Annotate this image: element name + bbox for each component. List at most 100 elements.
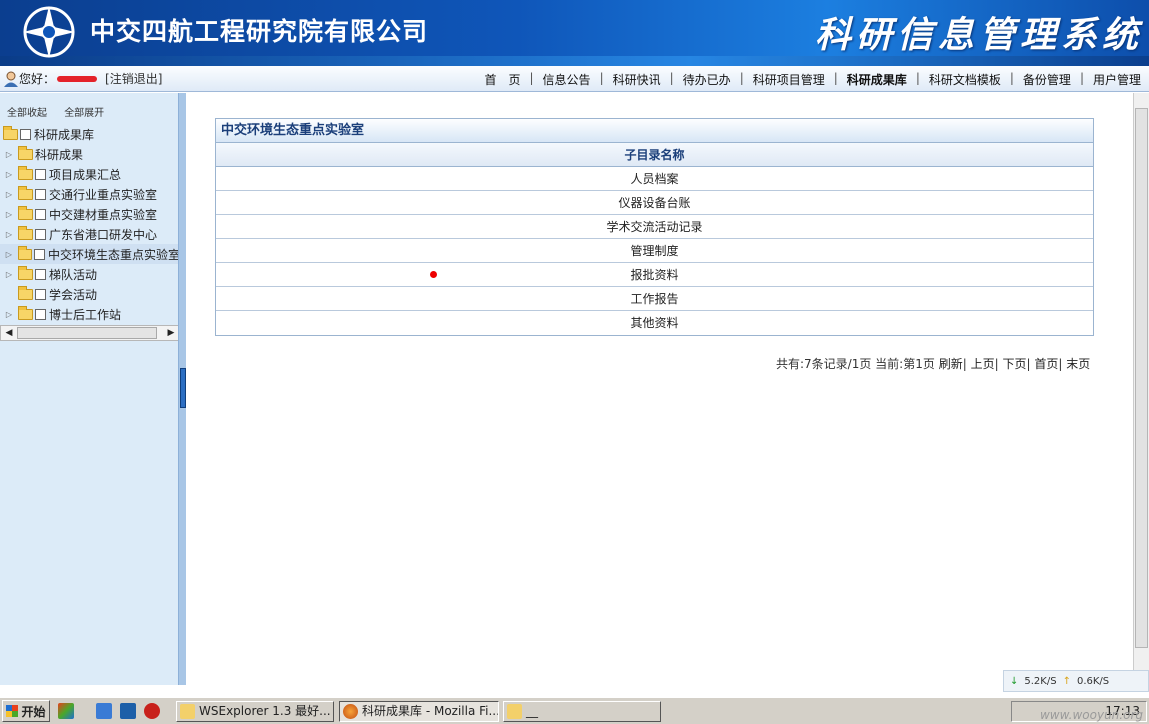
scroll-left-icon[interactable]: ◀ xyxy=(1,326,17,340)
folder-icon xyxy=(18,185,33,200)
table-row[interactable]: 仪器设备台账 xyxy=(216,191,1093,215)
table-row[interactable]: 学术交流活动记录 xyxy=(216,215,1093,239)
folder-icon xyxy=(18,145,33,160)
menu-item[interactable]: 用户管理 xyxy=(1093,71,1141,88)
expand-arrow-icon[interactable]: ▷ xyxy=(4,230,14,239)
table-row[interactable]: 其他资料 xyxy=(216,311,1093,335)
tree-node[interactable]: ▷ 博士后工作站 xyxy=(0,304,180,324)
taskbar-button-label: WSExplorer 1.3 最好... xyxy=(199,704,331,718)
next-page-link[interactable]: 下页 xyxy=(1002,357,1026,371)
folder-icon xyxy=(180,704,195,719)
expand-all-link[interactable]: 全部展开 xyxy=(64,108,104,119)
expand-arrow-icon[interactable]: ▷ xyxy=(4,210,14,219)
menu-item[interactable]: 信息公告 xyxy=(543,71,591,88)
subdirectory-link[interactable]: 学术交流活动记录 xyxy=(606,220,702,234)
company-logo-icon xyxy=(23,6,75,58)
subdirectory-grid: 中交环境生态重点实验室 子目录名称 人员档案 仪器设备台账 学术交流活动记录 管理制度… xyxy=(215,118,1094,336)
system-name: 科研信息管理系统 xyxy=(814,14,1143,56)
table-row[interactable]: 工作报告 xyxy=(216,287,1093,311)
tree-node-label: 中交环境生态重点实验室 xyxy=(48,247,181,262)
tree-node[interactable]: ▷ 中交环境生态重点实验室 xyxy=(0,244,180,264)
menu-item[interactable]: 科研快讯 xyxy=(613,71,661,88)
tree-node[interactable]: ▷ 交通行业重点实验室 xyxy=(0,184,180,204)
red-dot-marker xyxy=(430,271,437,278)
tree-checkbox[interactable] xyxy=(35,228,46,240)
logout-link[interactable]: [注销退出] xyxy=(105,70,162,87)
taskbar-button[interactable]: 科研成果库 - Mozilla Fi... xyxy=(339,701,499,722)
table-row[interactable]: 管理制度 xyxy=(216,239,1093,263)
tree-checkbox[interactable] xyxy=(34,248,45,260)
scroll-right-icon[interactable]: ▶ xyxy=(163,326,179,340)
taskbar-button-label: 科研成果库 - Mozilla Fi... xyxy=(362,704,499,718)
folder-icon xyxy=(507,704,522,719)
subdirectory-link[interactable]: 人员档案 xyxy=(630,172,678,186)
tree-node-label: 梯队活动 xyxy=(49,267,98,282)
expand-arrow-icon[interactable]: ▷ xyxy=(4,250,14,259)
ie-icon[interactable] xyxy=(96,703,112,719)
windows-logo-icon xyxy=(6,705,19,717)
table-row[interactable]: 报批资料 xyxy=(216,263,1093,287)
refresh-link[interactable]: 刷新 xyxy=(939,357,963,371)
tree-checkbox[interactable] xyxy=(35,268,46,280)
pager-separator: | xyxy=(994,357,999,371)
tree-root[interactable]: 科研成果库 xyxy=(0,124,180,144)
tree-node[interactable]: 学会活动 xyxy=(0,284,180,304)
menu-item[interactable]: 备份管理 xyxy=(1023,71,1071,88)
subdirectory-link[interactable]: 工作报告 xyxy=(630,292,678,306)
subdirectory-link[interactable]: 管理制度 xyxy=(630,244,678,258)
expand-arrow-icon[interactable]: ▷ xyxy=(4,150,14,159)
column-header: 子目录名称 xyxy=(216,143,1093,167)
tree-node[interactable]: ▷ 梯队活动 xyxy=(0,264,180,284)
taskbar: 开始 WSExplorer 1.3 最好... 科研成果库 - Mozilla F… xyxy=(0,696,1149,724)
tree-checkbox[interactable] xyxy=(35,188,46,200)
nav-bar: 您好： [注销退出] 首 页 | 信息公告 | 科研快讯 | 待办已办 | 科研项目管理 | 科研成… xyxy=(0,66,1149,92)
menu-item[interactable]: 科研成果库 xyxy=(847,71,907,88)
main-vertical-scrollbar[interactable] xyxy=(1133,93,1149,685)
tree-checkbox[interactable] xyxy=(35,308,46,320)
menu-separator: | xyxy=(1079,71,1084,85)
tree-checkbox[interactable] xyxy=(35,208,46,220)
sidebar-horizontal-scrollbar[interactable]: ◀ ▶ xyxy=(0,325,180,341)
open-folder-icon xyxy=(3,125,18,140)
tree-node[interactable]: ▷ 中交建材重点实验室 xyxy=(0,204,180,224)
pager-separator: | xyxy=(1058,357,1063,371)
tree-node[interactable]: ▷ 项目成果汇总 xyxy=(0,164,180,184)
menu-item[interactable]: 科研项目管理 xyxy=(753,71,825,88)
scrollbar-thumb[interactable] xyxy=(17,327,157,339)
first-page-link[interactable]: 首页 xyxy=(1034,357,1058,371)
expand-arrow-icon[interactable]: ▷ xyxy=(4,270,14,279)
upload-arrow-icon: ↑ xyxy=(1062,675,1071,687)
panel-splitter[interactable] xyxy=(178,93,186,685)
expand-arrow-icon[interactable]: ▷ xyxy=(4,170,14,179)
download-arrow-icon: ↓ xyxy=(1010,675,1019,687)
user-icon xyxy=(4,71,18,87)
tree-checkbox[interactable] xyxy=(35,168,46,180)
tree-node-label: 博士后工作站 xyxy=(49,307,122,322)
subdirectory-link[interactable]: 其他资料 xyxy=(630,316,678,330)
tree-checkbox[interactable] xyxy=(35,288,46,300)
media-player-icon[interactable] xyxy=(144,703,160,719)
subdirectory-link[interactable]: 报批资料 xyxy=(630,268,678,282)
tree-node-label: 学会活动 xyxy=(49,287,98,302)
expand-arrow-icon[interactable]: ▷ xyxy=(4,190,14,199)
last-page-link[interactable]: 末页 xyxy=(1066,357,1090,371)
expand-arrow-icon[interactable]: ▷ xyxy=(4,310,14,319)
prev-page-link[interactable]: 上页 xyxy=(971,357,995,371)
menu-item[interactable]: 首 页 xyxy=(484,71,520,88)
subdirectory-link[interactable]: 仪器设备台账 xyxy=(618,196,690,210)
menu-separator: | xyxy=(915,71,920,85)
menu-item[interactable]: 待办已办 xyxy=(683,71,731,88)
tree-checkbox[interactable] xyxy=(20,128,31,140)
table-row[interactable]: 人员档案 xyxy=(216,167,1093,191)
taskbar-button[interactable]: __ xyxy=(503,701,661,722)
explorer-icon[interactable] xyxy=(120,703,136,719)
taskbar-button[interactable]: WSExplorer 1.3 最好... xyxy=(176,701,334,722)
start-button[interactable]: 开始 xyxy=(2,700,50,722)
scrollbar-thumb[interactable] xyxy=(1135,108,1148,648)
show-desktop-icon[interactable] xyxy=(58,703,74,719)
collapse-all-link[interactable]: 全部收起 xyxy=(7,108,47,119)
menu-item[interactable]: 科研文档模板 xyxy=(929,71,1001,88)
tree-node[interactable]: ▷ 广东省港口研发中心 xyxy=(0,224,180,244)
tree-node[interactable]: ▷ 科研成果 xyxy=(0,144,180,164)
firefox-icon xyxy=(343,704,358,719)
